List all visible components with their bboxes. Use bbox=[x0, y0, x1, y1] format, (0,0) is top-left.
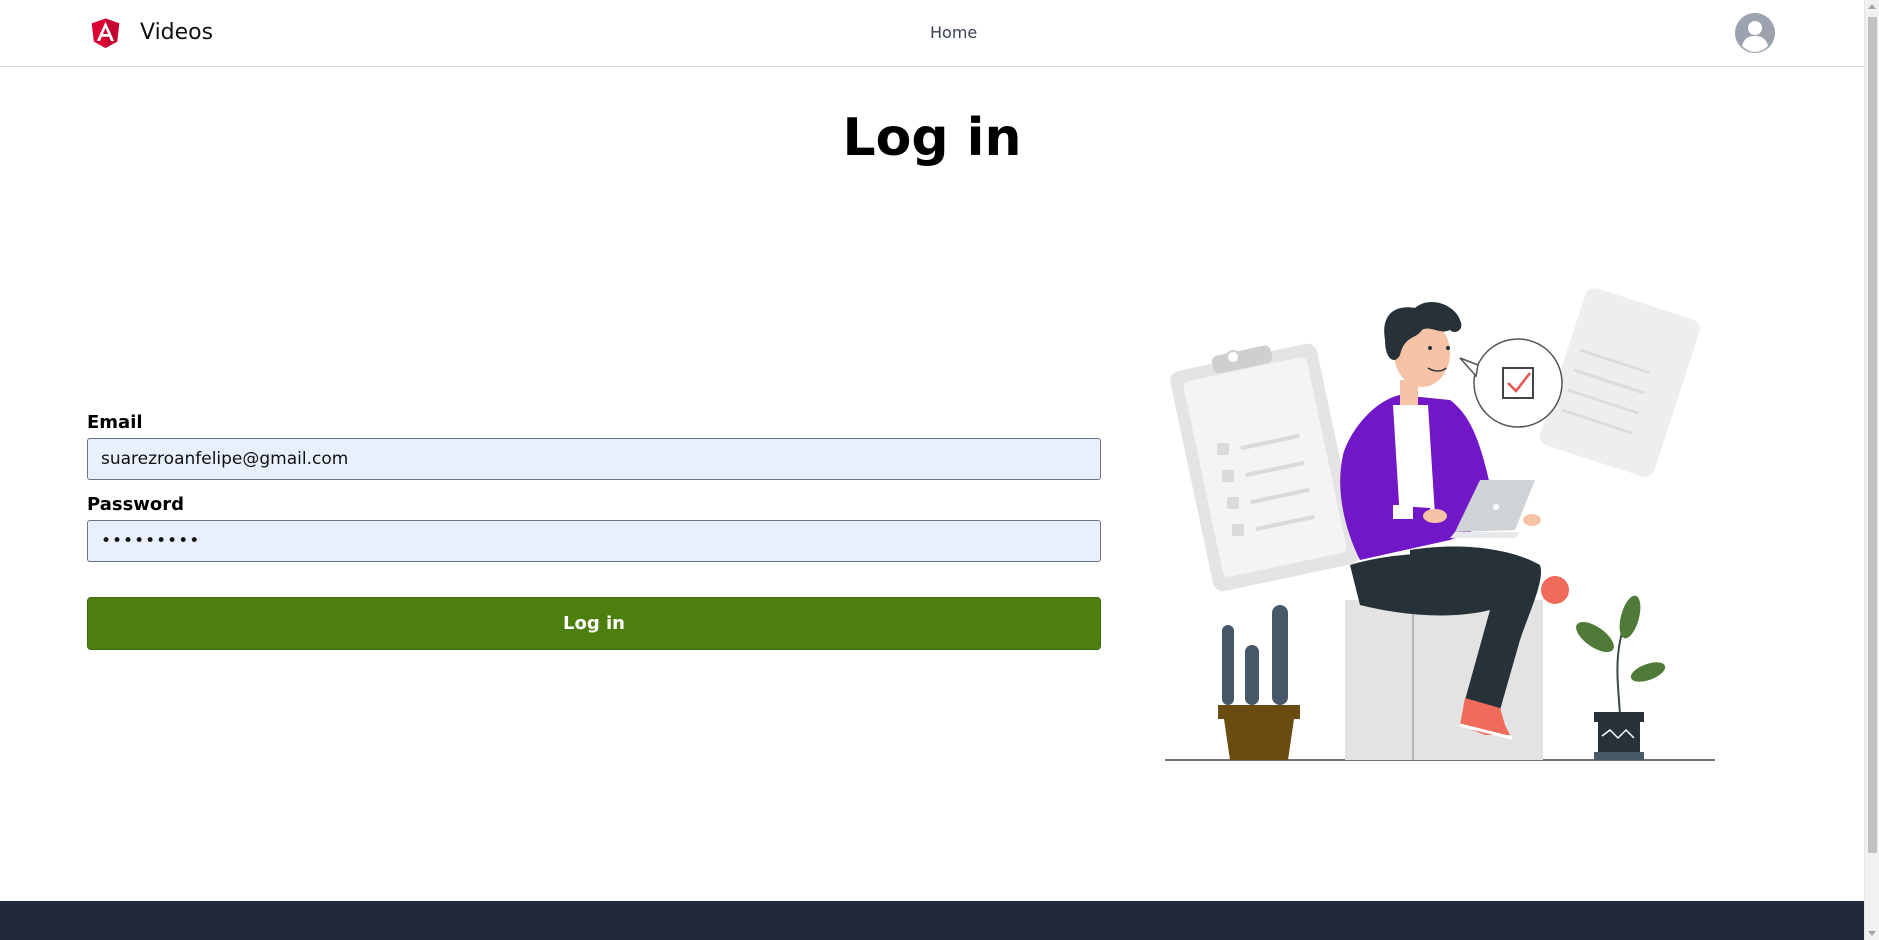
user-avatar-icon[interactable] bbox=[1735, 13, 1775, 53]
email-label: Email bbox=[87, 412, 143, 433]
email-field[interactable] bbox=[87, 438, 1101, 480]
nav-link-home[interactable]: Home bbox=[930, 23, 977, 42]
login-page: Videos Home Log in Email Password Log in bbox=[0, 0, 1879, 940]
brand-link[interactable]: Videos bbox=[87, 12, 213, 53]
password-label: Password bbox=[87, 494, 185, 515]
page-title: Log in bbox=[842, 108, 1022, 168]
clipboard-icon bbox=[1170, 343, 1360, 592]
scroll-thumb[interactable] bbox=[1868, 17, 1877, 853]
potted-plant-icon bbox=[1576, 595, 1666, 760]
page-footer bbox=[0, 901, 1864, 940]
login-button[interactable]: Log in bbox=[87, 597, 1101, 650]
brand-title: Videos bbox=[140, 20, 214, 45]
angular-logo-icon bbox=[91, 18, 120, 49]
check-bubble-icon bbox=[1459, 338, 1563, 428]
scroll-down-arrow-icon[interactable] bbox=[1868, 931, 1876, 936]
user-silhouette-icon bbox=[1735, 13, 1775, 53]
person-with-laptop-illustration bbox=[1165, 288, 1715, 761]
scroll-up-arrow-icon[interactable] bbox=[1868, 4, 1876, 9]
vertical-scrollbar[interactable] bbox=[1864, 0, 1879, 940]
top-navbar: Videos Home bbox=[0, 0, 1864, 67]
cactus-plant-icon bbox=[1218, 605, 1300, 760]
password-field[interactable] bbox=[87, 520, 1101, 562]
login-form: Email Password Log in bbox=[87, 412, 1101, 650]
